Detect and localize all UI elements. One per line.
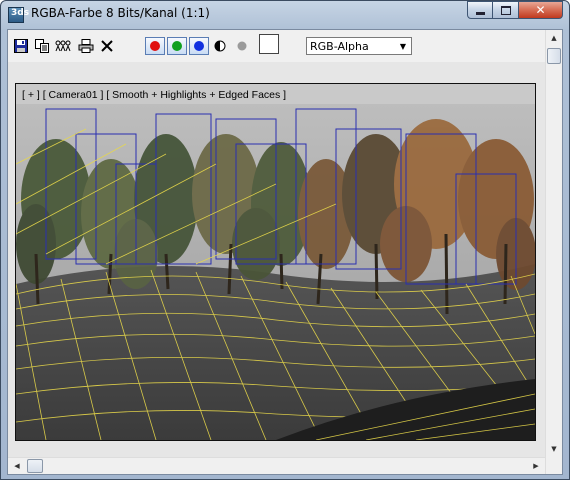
client-area: RGB-Alpha ▼ [ + ] [ Camera01 ] [ Smooth … <box>7 29 563 475</box>
clone-icon <box>55 40 71 52</box>
rendered-scene-image <box>16 104 535 440</box>
horizontal-scroll-thumb[interactable] <box>27 459 43 473</box>
alpha-contrast-icon <box>214 40 226 52</box>
render-frame-window: 3ds RGBA-Farbe 8 Bits/Kanal (1:1) ✕ RGB-… <box>0 0 570 480</box>
chevron-down-icon: ▼ <box>399 41 407 51</box>
arrow-up-icon: ▲ <box>551 34 557 42</box>
3dsmax-app-icon[interactable]: 3ds <box>8 7 29 23</box>
scroll-right-button[interactable]: ▶ <box>528 458 544 474</box>
maximize-icon <box>500 5 511 15</box>
save-button[interactable] <box>13 38 29 54</box>
viewport-label: [ + ] [ Camera01 ] [ Smooth + Highlights… <box>22 89 287 101</box>
copy-button[interactable] <box>34 38 50 54</box>
close-button[interactable]: ✕ <box>519 1 563 19</box>
monochrome-icon <box>237 41 247 51</box>
print-icon <box>78 39 94 53</box>
save-icon <box>14 39 28 53</box>
rendered-viewport: [ + ] [ Camera01 ] [ Smooth + Highlights… <box>15 83 536 441</box>
minimize-icon <box>475 11 485 15</box>
clear-button[interactable] <box>99 38 115 54</box>
copy-icon <box>35 39 49 53</box>
arrow-right-icon: ▶ <box>533 462 539 470</box>
monochrome-button[interactable] <box>234 38 250 54</box>
print-button[interactable] <box>78 38 94 54</box>
arrow-left-icon: ◀ <box>14 462 20 470</box>
color-swatch[interactable] <box>259 34 279 54</box>
scroll-left-button[interactable]: ◀ <box>9 458 25 474</box>
arrow-down-icon: ▼ <box>551 445 557 453</box>
blue-channel-icon <box>194 41 204 51</box>
title-bar[interactable]: 3ds RGBA-Farbe 8 Bits/Kanal (1:1) ✕ <box>1 1 569 29</box>
red-channel-icon <box>150 41 160 51</box>
channel-display-select[interactable]: RGB-Alpha ▼ <box>306 37 412 55</box>
close-icon: ✕ <box>535 3 546 17</box>
channel-select-value: RGB-Alpha <box>310 40 369 53</box>
minimize-button[interactable] <box>467 1 493 19</box>
toolbar: RGB-Alpha ▼ <box>8 30 562 63</box>
green-channel-toggle[interactable] <box>167 37 187 55</box>
alpha-channel-button[interactable] <box>212 38 228 54</box>
red-channel-toggle[interactable] <box>145 37 165 55</box>
clone-button[interactable] <box>55 38 71 54</box>
blue-channel-toggle[interactable] <box>189 37 209 55</box>
window-title: RGBA-Farbe 8 Bits/Kanal (1:1) <box>31 6 210 20</box>
vertical-scroll-thumb[interactable] <box>547 48 561 64</box>
clear-icon <box>101 40 113 52</box>
green-channel-icon <box>172 41 182 51</box>
render-canvas-area: [ + ] [ Camera01 ] [ Smooth + Highlights… <box>8 62 545 457</box>
app-icon-text: 3ds <box>11 8 30 18</box>
scroll-up-button[interactable]: ▲ <box>546 30 562 46</box>
maximize-button[interactable] <box>493 1 519 19</box>
vertical-scrollbar[interactable]: ▲ ▼ <box>545 30 562 474</box>
horizontal-scrollbar[interactable]: ◀ ▶ <box>8 457 545 474</box>
scroll-down-button[interactable]: ▼ <box>546 441 562 457</box>
